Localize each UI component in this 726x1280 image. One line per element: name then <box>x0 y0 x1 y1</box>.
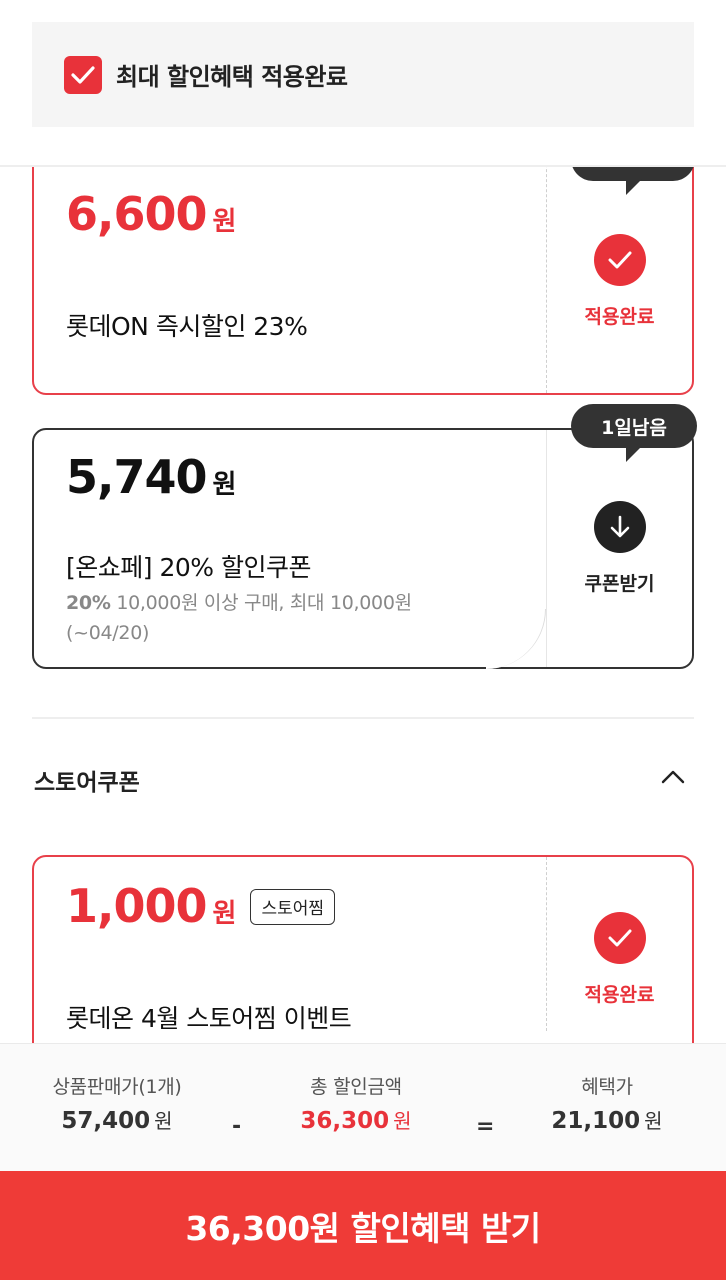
coupon-card-instant-discount[interactable]: 6,600 원 롯데ON 즉시할인 23% 적용완료 <box>32 167 694 395</box>
coupon-title: 롯데ON 즉시할인 23% <box>66 312 308 341</box>
final-price-column: 혜택가 21,100 원 <box>551 1076 663 1134</box>
download-arrow-icon <box>593 501 646 553</box>
coupon-amount: 5,740 원 <box>66 450 237 504</box>
store-tag: 스토어찜 <box>250 888 335 925</box>
status-applied: 적용완료 <box>584 983 655 1006</box>
banner-label: 최대 할인혜택 적용완료 <box>116 63 348 91</box>
minus-sign: - <box>232 1114 242 1139</box>
store-coupon-section-title: 스토어쿠폰 <box>34 770 140 796</box>
discount-column: 총 할인금액 36,300 원 <box>300 1076 412 1134</box>
days-left-tooltip: 1일남음 <box>571 404 697 462</box>
coupon-conditions: 20% 10,000원 이상 구매, 최대 10,000원 (~04/20) <box>66 592 412 644</box>
coupon-amount: 1,000 원 스토어찜 <box>66 879 335 933</box>
price-column: 상품판매가(1개) 57,400 원 <box>52 1076 182 1134</box>
coupon-notch <box>486 609 546 669</box>
equals-sign: = <box>476 1114 495 1139</box>
check-circle-icon <box>593 233 646 286</box>
price-summary: 상품판매가(1개) 57,400 원 - 총 할인금액 36,300 원 = 혜택가… <box>0 1043 726 1171</box>
status-applied: 적용완료 <box>584 305 655 328</box>
coupon-status-area[interactable]: 적용완료 <box>546 167 692 393</box>
coupon-title: 롯데온 4월 스토어찜 이벤트 <box>66 1004 352 1033</box>
chevron-up-icon[interactable] <box>660 767 686 787</box>
check-circle-icon <box>593 911 646 964</box>
section-divider <box>32 717 694 719</box>
coupon-status-area[interactable]: 적용완료 <box>546 857 692 1031</box>
get-discount-button[interactable]: 36,300원 할인혜택 받기 <box>0 1171 726 1280</box>
coupon-list[interactable]: 6,600 원 롯데ON 즉시할인 23% 적용완료 5,740 원 [온쇼페] 2… <box>0 167 726 1043</box>
download-label: 쿠폰받기 <box>584 573 655 595</box>
download-coupon-button[interactable]: 쿠폰받기 <box>546 430 692 667</box>
coupon-card-store[interactable]: 1,000 원 스토어찜 롯데온 4월 스토어찜 이벤트 적용완료 <box>32 855 694 1043</box>
coupon-title: [온쇼페] 20% 할인쿠폰 <box>66 553 311 582</box>
tooltip-badge <box>571 167 695 195</box>
max-discount-banner[interactable]: 최대 할인혜택 적용완료 <box>32 22 694 127</box>
checkbox-checked-icon[interactable] <box>64 55 102 94</box>
coupon-amount: 6,600 원 <box>66 187 237 241</box>
coupon-card-onshope[interactable]: 5,740 원 [온쇼페] 20% 할인쿠폰 20% 10,000원 이상 구매,… <box>32 428 694 669</box>
